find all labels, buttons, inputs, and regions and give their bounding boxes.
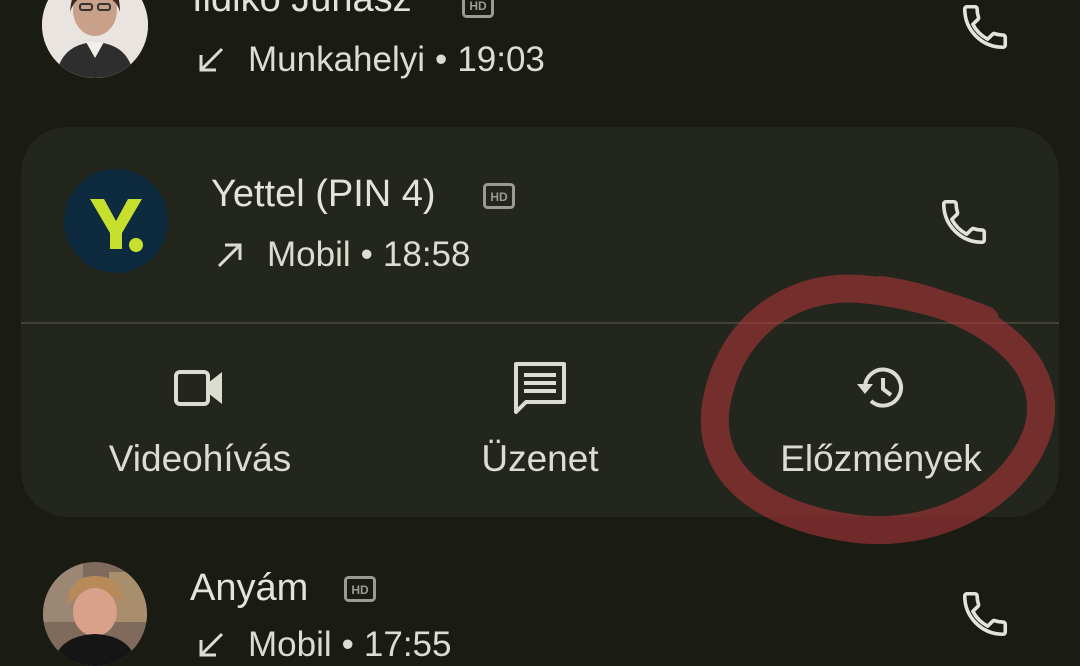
avatar [42, 0, 148, 78]
call-type: Mobil [267, 235, 351, 274]
action-label: Videohívás [108, 438, 292, 479]
incoming-call-arrow-icon [199, 47, 224, 72]
separator-dot: • [341, 625, 354, 664]
svg-text:HD: HD [490, 190, 508, 204]
separator-dot: • [435, 40, 448, 79]
separator-dot: • [360, 235, 373, 274]
call-type: Munkahelyi [248, 40, 426, 79]
call-time: 18:58 [382, 235, 471, 274]
hd-badge-icon: HD [462, 0, 494, 18]
contact-name: Ildikó Juhász [192, 0, 412, 21]
call-meta: Mobil • 18:58 [213, 235, 471, 275]
yettel-avatar [64, 169, 168, 273]
history-icon [857, 367, 903, 408]
phone-icon[interactable] [958, 0, 1012, 54]
call-row-2[interactable]: Yettel (PIN 4) HD Mobil • 18:58 [21, 127, 1059, 322]
call-meta: Munkahelyi • 19:03 [194, 40, 545, 80]
incoming-call-arrow-icon [199, 632, 224, 657]
hd-badge-icon: HD [483, 183, 515, 209]
video-call-button[interactable]: Videohívás [100, 358, 300, 480]
call-time: 19:03 [457, 40, 545, 79]
call-type: Mobil [248, 625, 332, 664]
svg-text:HD: HD [469, 0, 487, 13]
message-icon [514, 362, 566, 414]
history-button[interactable]: Előzmények [766, 358, 996, 480]
contact-name: Yettel (PIN 4) [211, 173, 436, 215]
contact-name: Anyám [190, 567, 309, 609]
video-camera-icon [174, 370, 222, 406]
card-divider [21, 322, 1059, 324]
message-button[interactable]: Üzenet [440, 358, 640, 480]
call-row-1[interactable]: Ildikó Juhász HD Munkahelyi • 19:03 [0, 0, 1080, 110]
action-label: Üzenet [481, 438, 599, 479]
call-meta: Mobil • 17:55 [194, 625, 452, 665]
hd-badge-icon: HD [344, 576, 376, 602]
phone-icon[interactable] [958, 587, 1012, 641]
avatar [43, 562, 147, 666]
phone-icon[interactable] [937, 195, 991, 249]
outgoing-call-arrow-icon [217, 243, 242, 268]
call-row-3[interactable]: Anyám HD Mobil • 17:55 [0, 545, 1080, 666]
call-time: 17:55 [363, 625, 452, 664]
svg-text:HD: HD [351, 583, 369, 597]
action-label: Előzmények [780, 438, 982, 479]
